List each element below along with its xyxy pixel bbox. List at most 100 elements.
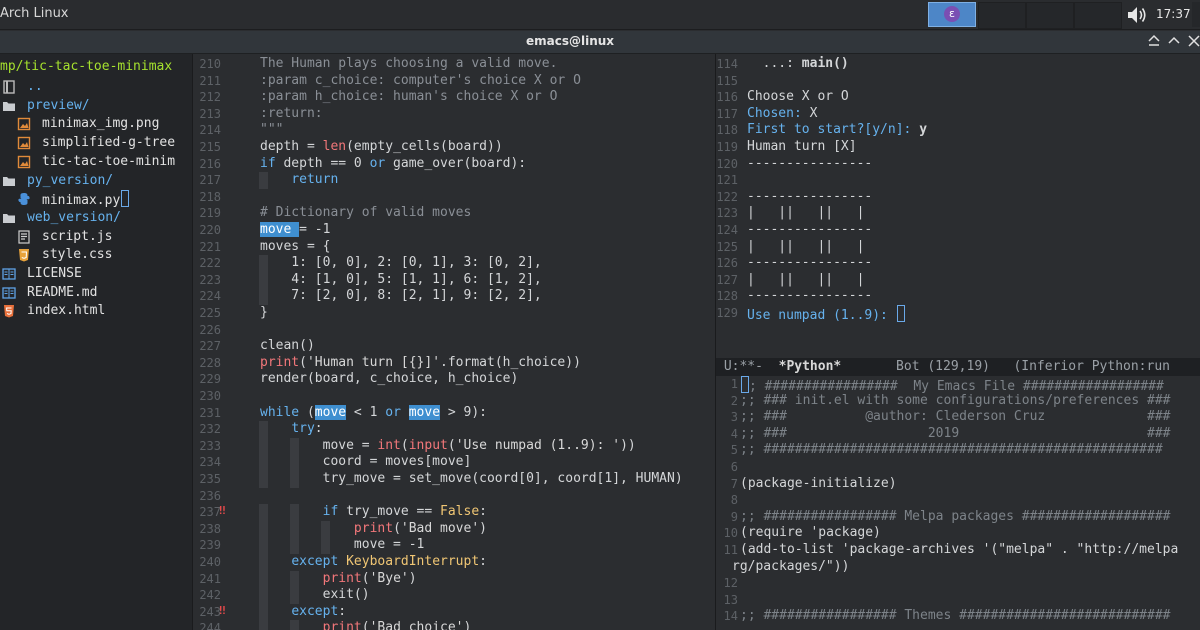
code-line: 4: [1, 0], 5: [1, 1], 6: [1, 2], [260, 271, 542, 287]
repl-line: | || || | [747, 205, 865, 221]
line-number: 233 [199, 438, 221, 453]
tree-item-label: minimax_img.png [42, 116, 160, 132]
image-file-icon [17, 117, 31, 131]
tree-item[interactable]: index.html [2, 302, 192, 320]
warning-marker[interactable]: ‼ [219, 604, 226, 617]
warning-marker[interactable]: ‼ [219, 504, 226, 517]
tree-item[interactable]: preview/ [2, 97, 192, 115]
tree-item[interactable]: LICENSE [2, 265, 192, 283]
code-line: print('Bad choice') [322, 620, 472, 630]
init-line: ; ################# My Emacs File ######… [740, 376, 1164, 394]
volume-icon[interactable] [1126, 5, 1148, 25]
init-line: ;; ################# Themes ############… [740, 608, 1171, 624]
tree-item[interactable]: simplified-g-tree [17, 134, 192, 152]
parent-dir-icon [2, 80, 16, 94]
line-number: 13 [723, 592, 738, 607]
line-number: 14 [723, 609, 738, 624]
code-line: try_move = set_move(coord[0], coord[1], … [260, 471, 683, 486]
cursor [896, 305, 905, 322]
line-number: 123 [716, 206, 738, 221]
image-file-icon [17, 136, 31, 150]
code-line: try: [291, 421, 323, 437]
line-number: 225 [199, 306, 221, 320]
line-number: 127 [716, 272, 738, 287]
line-number: 239 [199, 538, 221, 553]
tree-item[interactable]: .. [2, 78, 192, 96]
clock[interactable]: 17:37 [1156, 7, 1191, 21]
tree-item-label: index.html [27, 303, 106, 319]
repl-line: Choose X or O [747, 89, 849, 105]
file-tree-panel: mp/tic-tac-toe-minimax .. preview/minimax… [0, 54, 192, 630]
line-number: 237 [199, 505, 221, 520]
mode-line-state: U:**- [723, 359, 763, 374]
line-number: 7 [730, 476, 738, 491]
line-number: 226 [199, 322, 221, 337]
code-line: return [291, 172, 339, 188]
window-titlebar: emacs@linux [0, 31, 1200, 54]
keep-above-button[interactable] [1148, 34, 1160, 52]
tree-item-label: README.md [27, 284, 98, 300]
repl-line: | || || | [747, 271, 865, 287]
line-number: 213 [199, 106, 221, 121]
repl-line: First to start?[y/n]: y [747, 122, 928, 138]
line-number: 12 [723, 576, 738, 591]
line-number: 2 [730, 393, 738, 408]
tree-item[interactable]: style.css [17, 246, 192, 264]
close-button[interactable] [1188, 34, 1200, 52]
emacs-icon: ε [944, 6, 960, 22]
folder-icon [2, 99, 16, 113]
taskbar-slot[interactable] [1074, 2, 1122, 29]
tree-item[interactable]: README.md [2, 284, 192, 302]
line-number: 122 [716, 189, 738, 204]
tree-item[interactable]: tic-tac-toe-minim [17, 153, 192, 171]
line-number: 121 [716, 173, 738, 188]
code-line: if try_move == False: [322, 504, 487, 520]
line-number: 231 [199, 405, 221, 420]
line-number: 217 [199, 173, 221, 188]
repl-line: | || || | [747, 238, 865, 254]
tree-item[interactable]: minimax_img.png [17, 115, 192, 133]
taskbar-slot[interactable] [1026, 2, 1074, 29]
line-number: 224 [199, 289, 221, 304]
line-number: 238 [199, 521, 221, 536]
window-title: emacs@linux [525, 34, 615, 48]
cursor [741, 376, 749, 393]
code-line: move = int(input('Use numpad (1..9): ')) [260, 437, 636, 453]
line-number: 124 [716, 223, 738, 237]
repl-line: Chosen: X [747, 105, 818, 121]
tray-edge [1192, 2, 1200, 27]
book-file-icon [2, 267, 16, 281]
book-file-icon [2, 286, 16, 300]
taskbar-slot[interactable] [978, 2, 1026, 29]
mode-line: U:**- *Python* Bot (129,19) (Inferior Py… [716, 358, 1200, 376]
line-number: 242 [199, 588, 221, 603]
python-repl-buffer[interactable]: 114 115 116 117 118 119 120 121 122 123 124 125 126 1… [716, 54, 1200, 358]
maximize-button[interactable] [1168, 34, 1180, 52]
cursor [121, 190, 130, 208]
line-number: 8 [730, 493, 738, 508]
html-file-icon [2, 304, 16, 318]
folder-icon [2, 211, 16, 225]
line-number: 219 [199, 206, 221, 221]
tree-item[interactable]: script.js [17, 228, 192, 246]
init-line: ;; ### @author: Clederson Cruz ### [740, 409, 1171, 425]
code-editor[interactable]: 210 211 212 213 214 215 216 217 218 219 220 221 222 2… [193, 54, 714, 630]
taskbar-emacs-button[interactable]: ε [928, 2, 976, 27]
line-number: 11 [723, 543, 738, 557]
code-line: """ [260, 122, 284, 138]
tree-item-label: web_version/ [27, 209, 121, 225]
line-number: 230 [199, 389, 221, 403]
init-el-buffer[interactable]: 1 2 3 4 5 6 7 8 9 10 11 12 13 14 ; ################# … [716, 376, 1200, 630]
line-number: 218 [199, 189, 221, 204]
line-number: 4 [730, 426, 738, 441]
init-line: (require 'package) [740, 525, 881, 541]
tree-item-label: tic-tac-toe-minim [42, 153, 176, 169]
tree-item[interactable]: minimax.py [17, 190, 192, 208]
line-number: 215 [199, 140, 221, 154]
tree-item[interactable]: py_version/ [2, 172, 192, 190]
line-number: 120 [716, 156, 738, 171]
tree-item-label: script.js [42, 228, 113, 244]
tree-item[interactable]: web_version/ [2, 209, 192, 227]
line-number: 128 [716, 289, 738, 304]
code-line: depth = len(empty_cells(board)) [260, 139, 503, 154]
